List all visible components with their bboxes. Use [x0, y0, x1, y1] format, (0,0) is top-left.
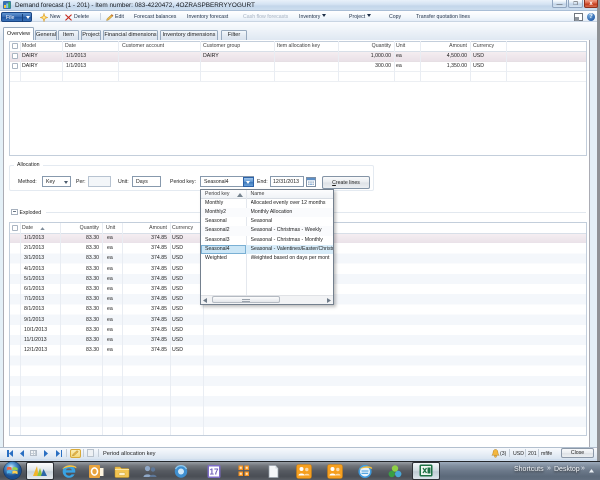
svg-text:17: 17 — [210, 467, 219, 476]
